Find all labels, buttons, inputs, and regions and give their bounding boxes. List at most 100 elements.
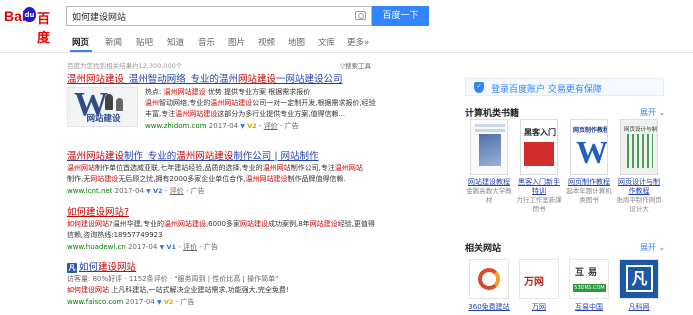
- result-2-url[interactable]: www.lcnt.net: [67, 187, 112, 195]
- book-title[interactable]: 网页制作教程: [565, 178, 613, 187]
- site-label[interactable]: 360免费建站: [465, 302, 513, 312]
- tab-wenku[interactable]: 文库: [318, 36, 335, 48]
- result-4-url-line: www.faisco.com 2017-04 ▼ V2 - 广告: [67, 296, 387, 309]
- search-button[interactable]: 百度一下: [372, 6, 429, 26]
- result-2-url-line: www.lcnt.net 2017-04 ▼ V2 - 评价 - 广告: [67, 185, 387, 198]
- sites-expand-link[interactable]: 展开 ⌄: [640, 242, 665, 253]
- site-card[interactable]: 互易 53DNS.COM 互易中国: [565, 259, 613, 312]
- site-card[interactable]: 360免费建站: [465, 259, 513, 312]
- search-result-4: 凡如何建设网站 访客量: 80%好评 · 1152条评价 · "服务周到 | 性…: [67, 261, 387, 311]
- dropdown-arrow-icon[interactable]: ▼: [157, 297, 162, 309]
- dropdown-arrow-icon[interactable]: ▼: [160, 242, 165, 254]
- paw-icon: du: [23, 7, 36, 22]
- book-card[interactable]: 网页制作教程 W 网页制作教程 起本年题计算机类图书: [565, 119, 613, 205]
- books-expand-link[interactable]: 展开 ⌄: [640, 107, 665, 118]
- dropdown-arrow-icon[interactable]: ▼: [146, 186, 151, 198]
- result-4-desc: 访客量: 80%好评 · 1152条评价 · "服务周到 | 性价比高 | 操作…: [67, 275, 289, 294]
- fanke-logo-icon[interactable]: 凡: [619, 259, 659, 299]
- result-1-eval-link[interactable]: 评价: [264, 122, 278, 130]
- search-input[interactable]: [67, 7, 347, 25]
- wanwang-logo-icon[interactable]: 万网: [519, 259, 559, 299]
- result-1-url[interactable]: www.zhidom.com: [145, 122, 207, 130]
- tab-images[interactable]: 图片: [228, 36, 245, 48]
- faisco-site-icon: 凡: [67, 262, 77, 273]
- 360-logo-icon[interactable]: [469, 259, 509, 299]
- result-1-body: 热点: 温州网站建设 优势 提供专业方案 根据需求报价 温州智动网络,专业的温州…: [145, 87, 389, 133]
- book-cover[interactable]: 网页设计与制作教程: [620, 119, 658, 175]
- result-3-desc: 如何建设网站?温州华建,专业的温州网站建设,6000多家网站建设成功案例,8年网…: [67, 220, 375, 239]
- books-section-title: 计算机类书籍: [465, 109, 520, 119]
- related-sites-list: 360免费建站 万网 万网 互易 53DNS.COM 互易中国 凡 凡科网: [465, 259, 665, 315]
- ad-label: 广告: [180, 298, 195, 306]
- book-cover[interactable]: [470, 119, 508, 175]
- site-card[interactable]: 凡 凡科网: [615, 259, 663, 312]
- book-card[interactable]: 黑客入门 黑客入门新手特训 力行工作室新課团书: [515, 119, 563, 214]
- book-title[interactable]: 网站建设教程: [465, 178, 513, 187]
- book-title[interactable]: 黑客入门新手特训: [515, 178, 563, 196]
- result-2-desc: 温州网站制作单位首选威亚联,七年建站经验,品质的选择,专业的温州网站制作公司,专…: [67, 164, 363, 183]
- result-3-url-line: www.huadewl.cn 2017-04 ▼ V1 - 评价 - 广告: [67, 241, 387, 254]
- book-subtitle: 金鹏高教大学教材: [466, 187, 512, 204]
- result-4-title[interactable]: 凡如何建设网站: [67, 261, 387, 274]
- result-4-date: 2017-04: [125, 298, 155, 306]
- search-box: [66, 6, 372, 26]
- header-divider: [0, 52, 693, 53]
- site-label[interactable]: 万网: [515, 302, 563, 312]
- search-result-3: 如何建设网站? 如何建设网站?温州华建,专业的温州网站建设,6000多家网站建设…: [67, 206, 387, 254]
- book-card[interactable]: 网页设计与制作教程 网页设计与制作教程 张周平制作网页设计大: [615, 119, 663, 214]
- ad-label: 广告: [204, 243, 218, 251]
- v-badge[interactable]: V1: [166, 241, 176, 253]
- result-3-url[interactable]: www.huadewl.cn: [67, 243, 126, 251]
- v-badge[interactable]: V2: [153, 185, 163, 197]
- site-label[interactable]: 凡科网: [615, 302, 663, 312]
- book-title[interactable]: 网页设计与制作教程: [615, 178, 663, 196]
- result-1-thumbnail[interactable]: W 网站建设: [67, 87, 138, 127]
- result-2-date: 2017-04: [114, 187, 144, 195]
- camera-icon[interactable]: [355, 11, 366, 20]
- chevron-down-icon: ⌄: [656, 243, 666, 252]
- search-tools-button[interactable]: ▽搜索工具: [340, 60, 371, 70]
- person-figure: [116, 98, 123, 111]
- huyi-logo-icon[interactable]: 互易 53DNS.COM: [569, 259, 609, 299]
- login-banner-text: 登录百度账户 交易更有保障: [491, 85, 602, 95]
- result-2-eval-link[interactable]: 评价: [170, 187, 184, 195]
- sites-section-title: 相关网站: [465, 244, 502, 254]
- site-label[interactable]: 互易中国: [565, 302, 613, 312]
- result-3-eval-link[interactable]: 评价: [183, 243, 197, 251]
- book-subtitle: 张周平制作网页设计大: [616, 196, 662, 213]
- tab-zhidao[interactable]: 知道: [167, 36, 184, 48]
- result-2-title[interactable]: 温州网站建设制作_专业的温州网站建设制作公司 | 网站制作: [67, 150, 387, 163]
- book-subtitle: 力行工作室新課团书: [516, 196, 562, 213]
- ad-label: 广告: [284, 122, 299, 130]
- tab-tieba[interactable]: 贴吧: [136, 36, 153, 48]
- result-3-date: 2017-04: [128, 243, 158, 251]
- result-count: 百度为您找到相关结果约12,300,000个: [67, 62, 183, 70]
- tab-video[interactable]: 视频: [258, 36, 275, 48]
- chevron-down-icon: ⌄: [656, 108, 666, 117]
- site-card[interactable]: 万网 万网: [515, 259, 563, 312]
- v-badge[interactable]: V2: [164, 296, 174, 308]
- result-4-url[interactable]: www.faisco.com: [67, 298, 123, 306]
- tab-web[interactable]: 网页: [72, 36, 89, 48]
- baidu-logo[interactable]: Bai du 百度: [4, 6, 62, 45]
- logo-chinese-text: 百度: [37, 11, 51, 45]
- tab-map[interactable]: 地图: [288, 36, 305, 48]
- search-result-2: 温州网站建设制作_专业的温州网站建设制作公司 | 网站制作 温州网站制作单位首选…: [67, 150, 387, 198]
- result-1-date: 2017-04: [208, 122, 239, 130]
- shield-icon: ✓: [474, 82, 484, 93]
- books-list: 网站建设教程 金鹏高教大学教材 黑客入门 黑客入门新手特训 力行工作室新課团书 …: [465, 119, 665, 229]
- book-cover[interactable]: 黑客入门: [520, 119, 558, 175]
- tab-music[interactable]: 音乐: [198, 36, 215, 48]
- tab-more[interactable]: 更多»: [347, 36, 369, 48]
- login-banner[interactable]: ✓ 登录百度账户 交易更有保障: [465, 78, 664, 96]
- v-badge[interactable]: V2: [247, 120, 257, 132]
- book-cover[interactable]: 网页制作教程 W: [570, 119, 608, 175]
- dropdown-arrow-icon[interactable]: ▼: [240, 121, 245, 133]
- result-1-title[interactable]: 温州网站建设_温州智动网络_专业的温州网站建设一网站建设公司: [67, 73, 387, 86]
- result-1-desc: 热点: 温州网站建设 优势 提供专业方案 根据需求报价 温州智动网络,专业的温州…: [145, 88, 376, 118]
- tab-news[interactable]: 新闻: [105, 36, 122, 48]
- book-card[interactable]: 网站建设教程 金鹏高教大学教材: [465, 119, 513, 205]
- result-3-title[interactable]: 如何建设网站?: [67, 206, 387, 219]
- result-1-url-line: www.zhidom.com 2017-04 ▼ V2 - 评价 - 广告: [145, 120, 389, 133]
- ad-label: 广告: [190, 187, 205, 195]
